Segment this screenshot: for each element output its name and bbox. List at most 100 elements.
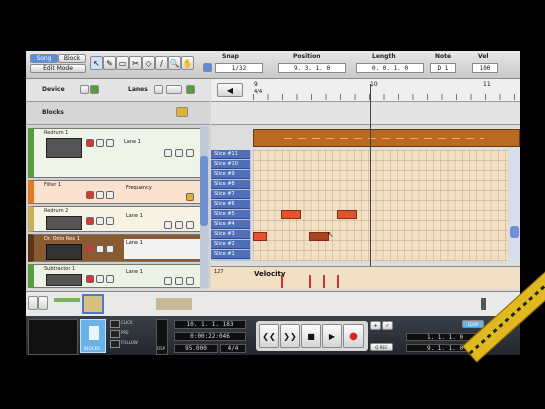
overview-viewport[interactable]: [82, 294, 104, 314]
velocity-field[interactable]: 100: [472, 63, 498, 73]
lane-delete-button[interactable]: [186, 221, 194, 229]
velocity-bar[interactable]: [337, 275, 339, 288]
arrow-tool-icon[interactable]: ↖: [90, 56, 103, 70]
position-field[interactable]: 9. 3. 1. 0: [278, 63, 346, 73]
record-button[interactable]: [86, 191, 94, 199]
device-add-button[interactable]: [90, 85, 99, 94]
lane-mute-button[interactable]: [164, 149, 172, 157]
note-event[interactable]: [281, 210, 301, 219]
editor-scroll-thumb[interactable]: [510, 226, 519, 238]
record-button[interactable]: [86, 275, 94, 283]
lane-delete-button[interactable]: [186, 277, 194, 285]
track-subtractor-1[interactable]: Subtractor 1 Lane 1: [28, 264, 208, 288]
eraser-tool-icon[interactable]: ▭: [116, 56, 129, 70]
lanes-add-button[interactable]: [186, 85, 195, 94]
snap-select[interactable]: 1/32: [215, 63, 263, 73]
overview-zoom-in-button[interactable]: [38, 296, 48, 310]
mute-button[interactable]: [96, 275, 104, 283]
lane-solo-button[interactable]: [175, 277, 183, 285]
slice-key-4[interactable]: Slice #4: [211, 220, 250, 229]
overview-scroll-thumb[interactable]: [481, 298, 486, 310]
blocks-toggle-button[interactable]: BLOCKS: [80, 319, 106, 353]
tempo-display[interactable]: 95.000: [174, 344, 218, 353]
track-redrum-1[interactable]: Redrum 1 Lane 1: [28, 128, 208, 178]
slice-key-7[interactable]: Slice #7: [211, 190, 250, 199]
loop-button[interactable]: LOOP: [462, 320, 484, 328]
song-mode-button[interactable]: Song: [30, 54, 58, 63]
pre-toggle[interactable]: [110, 330, 120, 338]
lane-mute-button[interactable]: [164, 277, 172, 285]
note-event[interactable]: [309, 232, 329, 241]
blocks-lane[interactable]: [211, 102, 520, 125]
solo-button[interactable]: [106, 191, 114, 199]
slice-key-3[interactable]: Slice #3: [211, 230, 250, 239]
slice-key-8[interactable]: Slice #8: [211, 180, 250, 189]
rewind-button[interactable]: ❮❮: [259, 324, 279, 348]
mute-tool-icon[interactable]: ◇: [142, 56, 155, 70]
track-redrum-2[interactable]: Redrum 2 Lane 1: [28, 206, 208, 232]
signature-display[interactable]: 4/4: [220, 344, 246, 353]
slice-key-5[interactable]: Slice #5: [211, 210, 250, 219]
blocks-add-button[interactable]: [176, 107, 188, 117]
track-dr-octo-rex-1[interactable]: Dr. Octo Rex 1 Lane 1: [28, 234, 208, 262]
fast-forward-button[interactable]: ❯❯: [280, 324, 300, 348]
note-event[interactable]: [337, 210, 357, 219]
mute-button[interactable]: [96, 139, 104, 147]
slice-key-1[interactable]: Slice #1: [211, 250, 250, 259]
slice-key-9[interactable]: Slice #9: [211, 170, 250, 179]
stop-button[interactable]: ■: [301, 324, 321, 348]
zoom-back-button[interactable]: ◀: [217, 83, 243, 97]
slice-key-11[interactable]: Slice #11: [211, 150, 250, 159]
edit-mode-button[interactable]: Edit Mode: [30, 64, 86, 73]
note-event[interactable]: [253, 232, 267, 241]
solo-button[interactable]: [106, 217, 114, 225]
mute-button[interactable]: [96, 245, 104, 253]
velocity-lane[interactable]: 127 Velocity: [211, 266, 520, 289]
length-field[interactable]: 0. 0. 1. 0: [356, 63, 424, 73]
mute-button[interactable]: [96, 217, 104, 225]
lane-solo-button[interactable]: [175, 221, 183, 229]
snap-toggle[interactable]: [203, 63, 212, 72]
quantize-button[interactable]: ✓: [382, 321, 393, 330]
lane-solo-button[interactable]: [175, 149, 183, 157]
bars-display[interactable]: 10. 1. 1. 183: [174, 320, 246, 329]
slice-key-6[interactable]: Slice #6: [211, 200, 250, 209]
lane-add-button[interactable]: [186, 193, 194, 201]
record-button[interactable]: [86, 217, 94, 225]
click-toggle[interactable]: [110, 320, 120, 328]
velocity-bar[interactable]: [323, 275, 325, 288]
lane-mute-button[interactable]: [164, 221, 172, 229]
magnify-tool-icon[interactable]: 🔍: [168, 56, 181, 70]
lane-row[interactable]: Lane 1: [124, 138, 206, 148]
lanes-toggle[interactable]: [154, 85, 163, 94]
note-grid[interactable]: ↖: [253, 150, 508, 261]
lanes-mode-button[interactable]: [166, 85, 182, 94]
solo-button[interactable]: [106, 139, 114, 147]
razor-tool-icon[interactable]: ✂: [129, 56, 142, 70]
hand-tool-icon[interactable]: ✋: [181, 56, 194, 70]
mute-button[interactable]: [96, 191, 104, 199]
block-mode-button[interactable]: Block: [58, 54, 86, 63]
record-button[interactable]: [86, 245, 94, 253]
block-clip[interactable]: [253, 129, 520, 147]
lane-delete-button[interactable]: [186, 149, 194, 157]
solo-button[interactable]: [106, 245, 114, 253]
follow-toggle[interactable]: [110, 340, 120, 348]
slice-key-2[interactable]: Slice #2: [211, 240, 250, 249]
overdub-button[interactable]: +: [370, 321, 381, 330]
velocity-bar[interactable]: [281, 275, 283, 288]
timeline-ruler[interactable]: ◀ 9 4/4 10 11: [211, 79, 520, 102]
record-button[interactable]: [86, 139, 94, 147]
track-filter-1[interactable]: Filter 1 Frequency: [28, 180, 208, 204]
slice-key-10[interactable]: Slice #10: [211, 160, 250, 169]
note-field[interactable]: D 1: [430, 63, 456, 73]
time-display[interactable]: 0:00:22:046: [174, 332, 246, 341]
device-toggle[interactable]: [80, 85, 89, 94]
overview-zoom-out-button[interactable]: [28, 296, 38, 310]
solo-button[interactable]: [106, 275, 114, 283]
lane-row[interactable]: Lane 1: [124, 239, 204, 259]
q-rec-button[interactable]: Q REC: [370, 343, 393, 351]
line-tool-icon[interactable]: ∕: [155, 56, 168, 70]
record-transport-button[interactable]: ●: [343, 324, 364, 348]
play-button[interactable]: ▶: [322, 324, 342, 348]
